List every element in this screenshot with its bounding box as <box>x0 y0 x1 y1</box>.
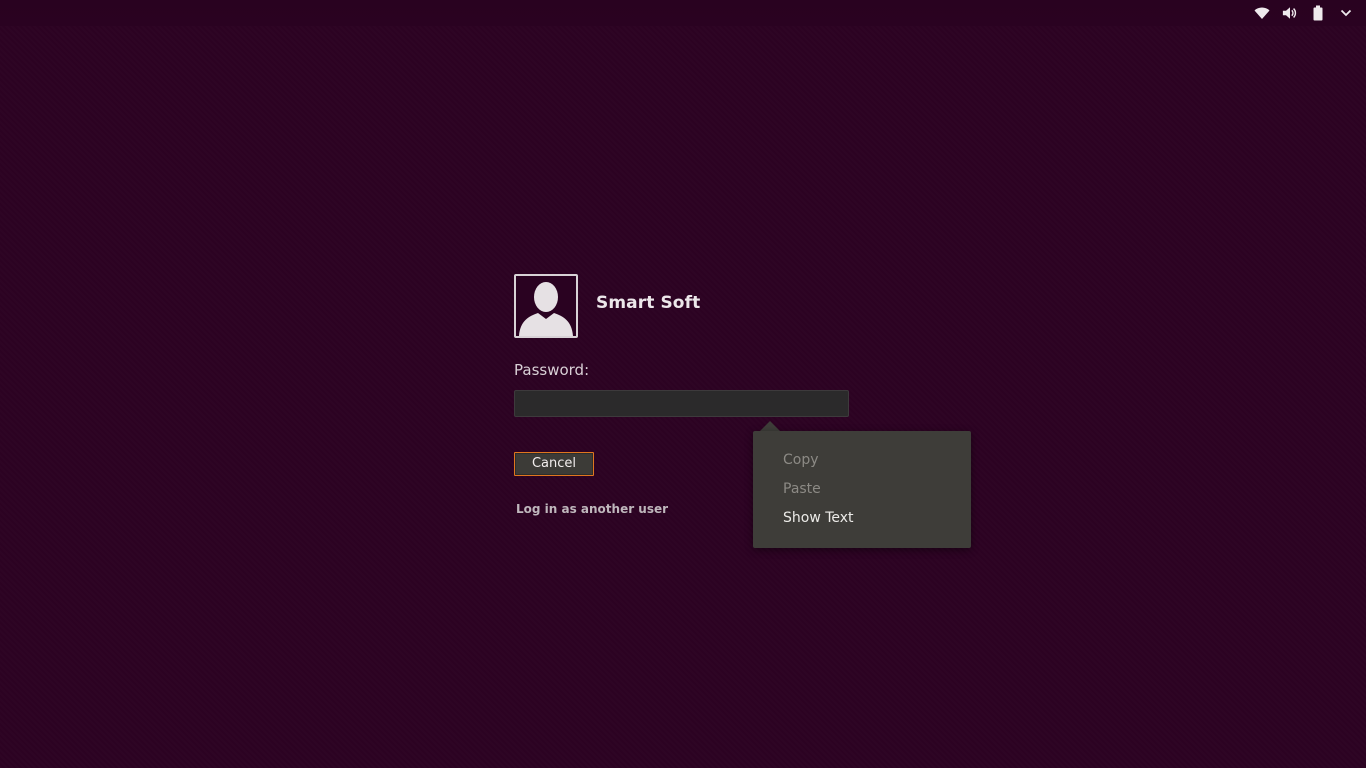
indicator-area <box>1254 0 1354 26</box>
avatar <box>514 274 578 338</box>
log-in-as-another-user-link[interactable]: Log in as another user <box>516 502 668 516</box>
cancel-button[interactable]: Cancel <box>514 452 594 476</box>
menu-item-copy[interactable]: Copy <box>783 452 819 468</box>
user-silhouette-icon <box>519 282 573 336</box>
password-input[interactable] <box>514 390 849 417</box>
top-panel <box>0 0 1366 26</box>
password-label: Password: <box>514 361 590 379</box>
login-screen: Smart Soft Password: Cancel Log in as an… <box>0 0 1366 768</box>
volume-icon[interactable] <box>1282 5 1298 21</box>
wifi-icon[interactable] <box>1254 5 1270 21</box>
menu-item-show-text[interactable]: Show Text <box>783 510 854 526</box>
context-menu: Copy Paste Show Text <box>753 431 971 548</box>
context-menu-arrow <box>760 421 780 431</box>
user-name: Smart Soft <box>596 293 701 313</box>
battery-icon[interactable] <box>1310 5 1326 21</box>
chevron-down-icon[interactable] <box>1338 5 1354 21</box>
menu-item-paste[interactable]: Paste <box>783 481 821 497</box>
